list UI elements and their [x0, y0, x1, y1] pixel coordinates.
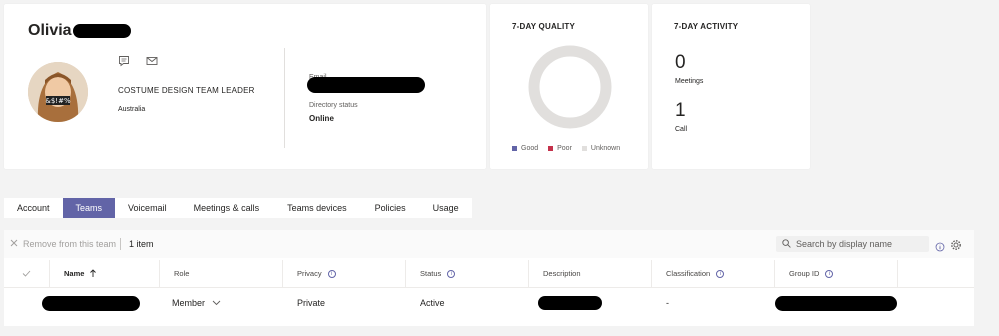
group-id-cell: [775, 288, 905, 318]
legend-poor-swatch: [548, 146, 554, 151]
role-dropdown[interactable]: Member: [160, 288, 283, 318]
calls-count: 1: [675, 100, 686, 121]
column-header-privacy[interactable]: Privacy i: [283, 260, 406, 287]
job-title: COSTUME DESIGN TEAM LEADER: [118, 86, 255, 95]
search-icon: [782, 238, 791, 250]
column-group-id-label: Group ID: [789, 269, 820, 278]
avatar-image: &$!#%: [28, 62, 88, 122]
column-description-label: Description: [543, 269, 581, 278]
activity-card: 7-DAY ACTIVITY 0 Meetings 1 Call: [652, 4, 810, 169]
redacted-email: [307, 77, 425, 93]
directory-status-value: Online: [309, 114, 334, 123]
mail-icon[interactable]: [146, 54, 160, 68]
column-classification-label: Classification: [666, 269, 711, 278]
teams-panel: Remove from this team 1 item Search by d…: [4, 230, 974, 326]
classification-info-icon[interactable]: i: [716, 269, 725, 278]
status-value: Active: [420, 298, 445, 308]
gear-icon[interactable]: [950, 238, 962, 256]
classification-value: -: [666, 298, 669, 308]
legend-poor: Poor: [548, 145, 572, 152]
activity-title: 7-DAY ACTIVITY: [674, 22, 739, 31]
avatar: &$!#%: [28, 62, 88, 122]
table-row[interactable]: Member Private Active -: [4, 288, 974, 318]
redacted-last-name: [72, 24, 131, 38]
legend-good-label: Good: [521, 145, 539, 152]
chat-icon[interactable]: [118, 54, 132, 68]
meetings-label: Meetings: [675, 78, 704, 85]
column-header-status[interactable]: Status i: [406, 260, 529, 287]
redacted-group-id: [775, 295, 897, 311]
privacy-cell: Private: [283, 288, 406, 318]
redacted-team-name: [42, 295, 140, 311]
directory-status-label: Directory status: [309, 102, 358, 109]
description-cell: [529, 288, 652, 318]
user-first-name: Olivia: [28, 22, 72, 39]
location: Australia: [118, 106, 146, 113]
calls-label: Call: [675, 126, 688, 133]
select-all-checkbox[interactable]: [4, 260, 50, 287]
tab-meetings-calls[interactable]: Meetings & calls: [180, 198, 274, 218]
svg-text:&$!#%: &$!#%: [45, 97, 71, 105]
chevron-down-icon: [212, 300, 221, 306]
status-cell: Active: [406, 288, 529, 318]
column-header-name[interactable]: Name: [50, 260, 160, 287]
tab-voicemail[interactable]: Voicemail: [115, 198, 180, 218]
column-status-label: Status: [420, 269, 442, 278]
profile-card: Olivia &$!#% COSTUME DESIGN TEAM LEADER …: [4, 4, 486, 169]
check-icon: [22, 270, 31, 277]
column-header-description[interactable]: Description: [529, 260, 652, 287]
tab-policies[interactable]: Policies: [361, 198, 420, 218]
status-info-icon[interactable]: i: [447, 269, 456, 278]
column-name-label: Name: [64, 269, 85, 278]
table-header: Name Role Privacy i Status i Description…: [4, 260, 974, 288]
role-value: Member: [172, 298, 206, 308]
user-name: Olivia: [28, 22, 131, 40]
toolbar-divider: [120, 238, 121, 250]
sort-ascending-icon: [90, 269, 97, 277]
redacted-description: [538, 296, 602, 310]
privacy-info-icon[interactable]: i: [327, 269, 336, 278]
tab-account[interactable]: Account: [4, 198, 63, 218]
close-icon: [10, 239, 18, 249]
classification-cell: -: [652, 288, 775, 318]
item-count: 1 item: [129, 239, 154, 249]
privacy-value: Private: [297, 298, 326, 308]
unknown-ring: [528, 45, 612, 129]
meetings-count: 0: [675, 52, 686, 73]
column-role-label: Role: [174, 269, 190, 278]
legend-poor-label: Poor: [557, 145, 572, 152]
quality-title: 7-DAY QUALITY: [512, 22, 576, 31]
legend-unknown-swatch: [581, 146, 587, 151]
legend-unknown: Unknown: [581, 145, 621, 152]
remove-from-team-label: Remove from this team: [23, 239, 117, 249]
toolbar: Remove from this team 1 item Search by d…: [4, 230, 974, 258]
tab-teams[interactable]: Teams: [62, 198, 116, 218]
team-name-cell: [4, 288, 160, 318]
group-id-info-icon[interactable]: i: [825, 269, 834, 278]
quality-legend: Good Poor Unknown: [512, 145, 620, 152]
divider: [284, 48, 285, 148]
info-icon[interactable]: [935, 239, 945, 257]
column-privacy-label: Privacy: [297, 269, 322, 278]
legend-good: Good: [512, 145, 538, 152]
search-placeholder: Search by display name: [796, 239, 893, 249]
legend-unknown-label: Unknown: [590, 145, 621, 152]
column-header-role[interactable]: Role: [160, 260, 283, 287]
quality-donut-chart: [528, 45, 612, 129]
search-input[interactable]: Search by display name: [776, 236, 929, 252]
column-header-classification[interactable]: Classification i: [652, 260, 775, 287]
tab-usage[interactable]: Usage: [420, 198, 472, 218]
remove-from-team-button[interactable]: Remove from this team: [10, 239, 116, 249]
quality-card: 7-DAY QUALITY Good Poor Unknown: [490, 4, 648, 169]
tab-teams-devices[interactable]: Teams devices: [273, 198, 361, 218]
user-tabs: Account Teams Voicemail Meetings & calls…: [4, 198, 472, 218]
legend-good-swatch: [512, 146, 517, 151]
contact-actions: [118, 54, 160, 68]
column-header-group-id[interactable]: Group ID i: [775, 260, 898, 287]
